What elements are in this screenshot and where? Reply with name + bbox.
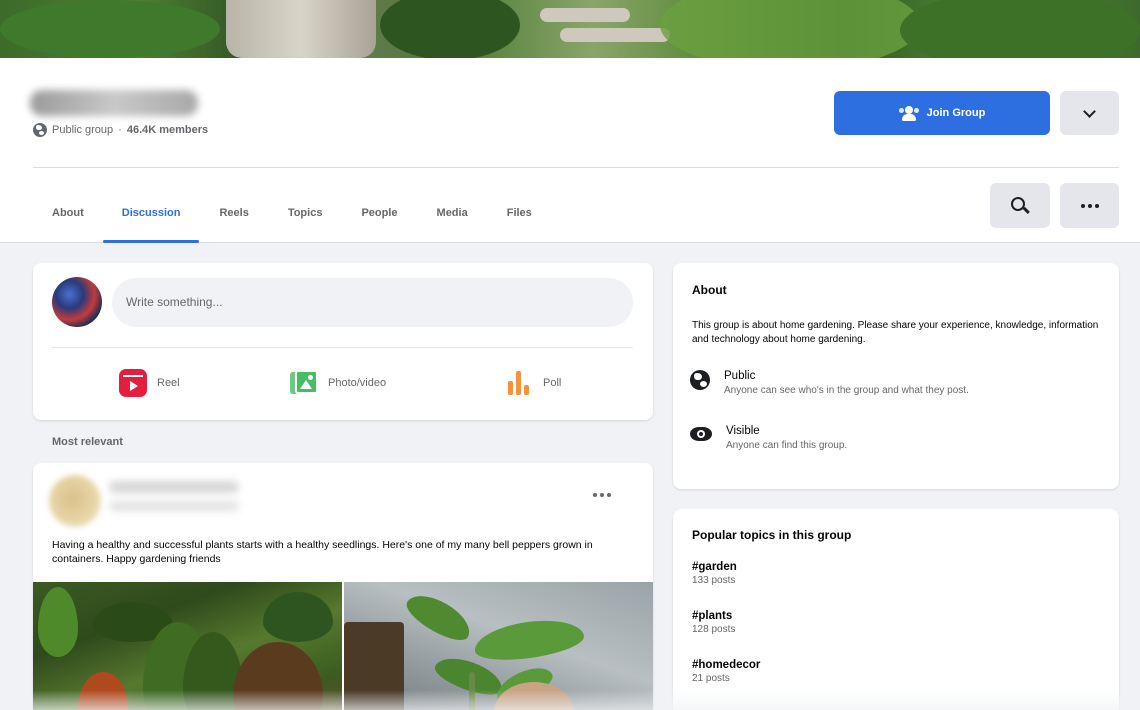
topic-post-count: 133 posts <box>692 575 736 586</box>
about-public-row: Public Anyone can see who's in the group… <box>690 370 969 396</box>
about-visible-row: Visible Anyone can find this group. <box>690 425 847 451</box>
globe-icon <box>33 123 47 137</box>
post-author-avatar[interactable] <box>49 475 101 527</box>
photo-video-button[interactable]: Photo/video <box>290 367 386 399</box>
topic-post-count: 21 posts <box>692 673 730 684</box>
eye-icon <box>690 427 712 441</box>
reel-icon <box>119 369 147 397</box>
bottom-fade <box>0 690 1140 710</box>
about-visible-subtitle: Anyone can find this group. <box>726 440 848 451</box>
photo-icon <box>290 370 318 396</box>
write-something-input[interactable]: Write something... <box>112 278 633 327</box>
search-button[interactable] <box>990 183 1050 228</box>
topic-name: #plants <box>692 610 733 622</box>
topic-item[interactable]: #garden 133 posts <box>692 561 737 586</box>
header-divider <box>33 167 1119 168</box>
group-tabs: About Discussion Reels Topics People Med… <box>33 183 532 243</box>
group-privacy: Public group <box>52 124 114 136</box>
avatar[interactable] <box>52 277 102 327</box>
popular-topics-card: Popular topics in this group #garden 133… <box>673 509 1119 710</box>
member-count[interactable]: 46.4K members <box>127 124 208 136</box>
about-description: This group is about home gardening. Plea… <box>692 320 1099 345</box>
topic-post-count: 128 posts <box>692 624 736 635</box>
group-cover-photo <box>0 0 1140 58</box>
feed-post: Having a healthy and successful plants s… <box>33 463 653 710</box>
more-options-dropdown-button[interactable] <box>1060 91 1119 135</box>
post-text: Having a healthy and successful plants s… <box>52 539 593 565</box>
group-header: Public group · 46.4K members Join Group … <box>0 58 1140 243</box>
post-timestamp-blurred <box>109 501 239 511</box>
topic-name: #garden <box>692 561 737 573</box>
search-icon <box>1011 196 1025 211</box>
topic-item[interactable]: #plants 128 posts <box>692 610 735 635</box>
tab-people[interactable]: People <box>361 183 397 243</box>
chevron-down-icon <box>1083 104 1096 118</box>
more-button[interactable] <box>1060 183 1119 228</box>
tab-reels[interactable]: Reels <box>219 183 248 243</box>
more-dots-icon <box>593 493 611 497</box>
tab-topics[interactable]: Topics <box>288 183 323 243</box>
tab-about[interactable]: About <box>52 183 84 243</box>
post-author-name-blurred <box>109 481 239 493</box>
more-dots-icon <box>1080 203 1099 208</box>
reel-label: Reel <box>157 377 180 389</box>
tab-label: Files <box>506 207 532 219</box>
tab-label: Topics <box>287 207 323 219</box>
topic-name: #homedecor <box>692 659 761 671</box>
tab-files[interactable]: Files <box>507 183 532 243</box>
photo-video-label: Photo/video <box>328 377 387 389</box>
reel-button[interactable]: Reel <box>119 367 180 399</box>
about-visible-title: Visible <box>726 425 760 437</box>
poll-icon <box>507 370 533 396</box>
tab-discussion[interactable]: Discussion <box>102 183 200 243</box>
people-icon <box>898 106 919 121</box>
about-card: About This group is about home gardening… <box>673 263 1119 489</box>
poll-button[interactable]: Poll <box>507 367 561 399</box>
tab-label: Discussion <box>121 207 181 219</box>
globe-icon <box>690 370 710 390</box>
topics-title: Popular topics in this group <box>692 528 852 542</box>
tab-label: People <box>361 207 398 219</box>
tab-label: Media <box>436 207 468 219</box>
about-public-subtitle: Anyone can see who's in the group and wh… <box>724 385 969 396</box>
post-composer: Write something... Reel Photo/video Poll <box>33 263 653 420</box>
feed-sort-label[interactable]: Most relevant <box>52 436 123 448</box>
join-group-label: Join Group <box>926 107 986 119</box>
poll-label: Poll <box>543 377 562 389</box>
about-title: About <box>692 283 727 297</box>
join-group-button[interactable]: Join Group <box>834 91 1050 135</box>
composer-divider <box>52 347 633 348</box>
group-name-blurred <box>30 90 198 116</box>
tab-label: About <box>52 207 84 219</box>
about-public-title: Public <box>724 370 756 382</box>
meta-separator: · <box>118 124 122 136</box>
group-meta: Public group · 46.4K members <box>33 123 208 137</box>
post-options-button[interactable] <box>593 493 611 497</box>
topic-item[interactable]: #homedecor 21 posts <box>692 659 760 684</box>
tab-media[interactable]: Media <box>437 183 468 243</box>
tab-label: Reels <box>219 207 249 219</box>
